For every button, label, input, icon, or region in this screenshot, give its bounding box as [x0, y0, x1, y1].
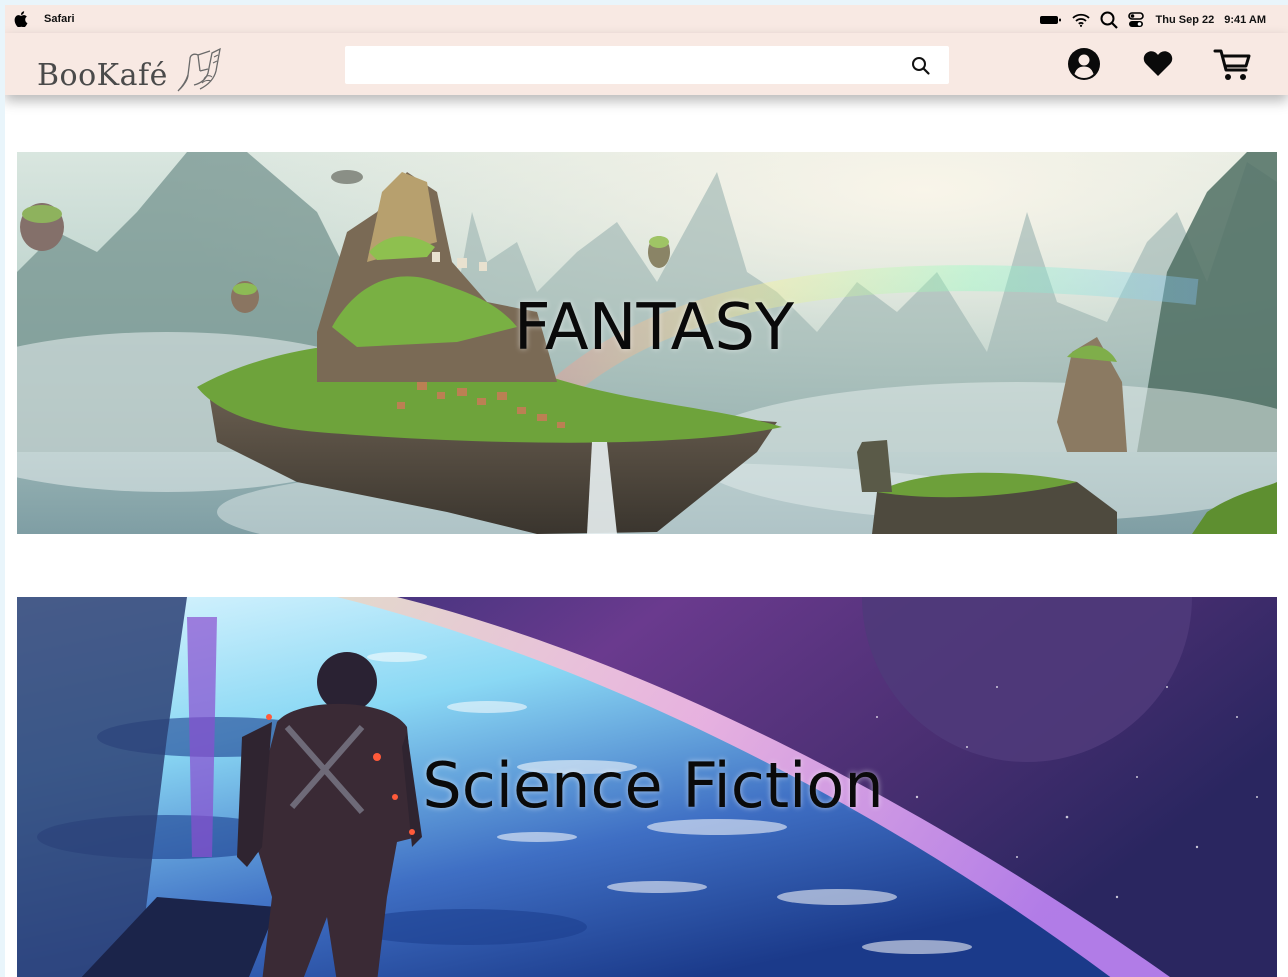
account-icon[interactable] — [1067, 47, 1101, 81]
banner-title-fantasy: FANTASY — [513, 291, 795, 365]
spotlight-icon[interactable] — [1100, 11, 1118, 29]
control-center-icon[interactable] — [1127, 12, 1144, 28]
apple-icon[interactable] — [14, 11, 28, 27]
logo-text: BooKafé — [37, 58, 168, 93]
site-logo[interactable]: BooKafé — [37, 45, 224, 93]
app-name-menu[interactable]: Safari — [44, 13, 75, 25]
category-banner-fantasy[interactable]: FANTASY — [17, 152, 1277, 534]
heart-icon[interactable] — [1143, 50, 1173, 77]
site-header: BooKafé — [5, 33, 1288, 95]
search-bar — [345, 46, 949, 84]
menu-bar-date[interactable]: Thu Sep 22 — [1156, 14, 1215, 26]
menu-bar-time[interactable]: 9:41 AM — [1224, 14, 1266, 26]
cart-icon[interactable] — [1213, 48, 1253, 82]
search-input[interactable] — [355, 52, 899, 80]
banner-title-science-fiction: Science Fiction — [422, 749, 884, 822]
category-banner-science-fiction[interactable]: Science Fiction — [17, 597, 1277, 977]
book-hand-logo-icon — [177, 47, 221, 92]
status-area: Thu Sep 22 9:41 AM — [1039, 11, 1266, 29]
battery-icon[interactable] — [1039, 14, 1062, 26]
browser-window: Safari Thu Sep 22 9:41 AM BooKafé FANTAS… — [5, 5, 1288, 977]
wifi-icon[interactable] — [1071, 13, 1090, 27]
search-icon[interactable] — [911, 56, 931, 76]
system-menu-bar: Safari Thu Sep 22 9:41 AM — [5, 5, 1288, 33]
